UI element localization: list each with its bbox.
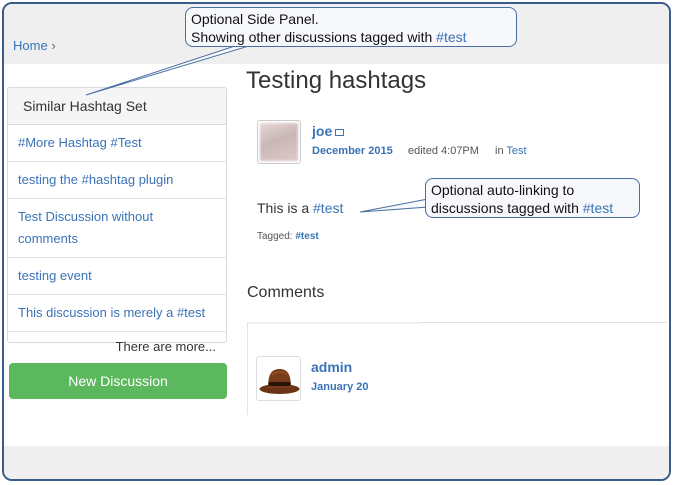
category-link[interactable]: Test [506, 145, 526, 157]
body-hashtag-link[interactable]: #test [313, 200, 343, 216]
comment-divider-accent [247, 322, 419, 324]
side-panel-callout: Optional Side Panel. Showing other discu… [185, 7, 517, 47]
callout-line: Showing other discussions tagged with #t… [191, 28, 511, 46]
callout-line: discussions tagged with #test [431, 199, 634, 217]
tagged-label: Tagged: [257, 231, 293, 242]
breadcrumb-separator: › [51, 38, 56, 53]
discussion-title: Testing hashtags [246, 67, 427, 94]
callout-text: discussions tagged with [431, 200, 579, 216]
discussion-date[interactable]: December 2015 [312, 145, 393, 157]
panel-item[interactable]: testing event [8, 258, 226, 295]
new-discussion-button[interactable]: New Discussion [9, 363, 227, 399]
callout-line: Optional auto-linking to [431, 182, 575, 198]
category-prefix: in [495, 145, 504, 157]
callout-hashtag: #test [436, 29, 467, 45]
hat-icon [259, 369, 300, 394]
comments-heading: Comments [247, 284, 325, 301]
envelope-icon[interactable] [335, 128, 345, 136]
callout-hashtag: #test [582, 200, 614, 216]
panel-item[interactable]: #More Hashtag #Test [8, 125, 226, 162]
panel-item[interactable]: This discussion is merely a #test [8, 295, 226, 332]
panel-item[interactable]: testing the #hashtag plugin [8, 162, 226, 199]
category-info: in Test [495, 145, 527, 157]
similar-hashtag-panel: Similar Hashtag Set #More Hashtag #Test … [7, 87, 227, 354]
author-link[interactable]: joe [312, 123, 332, 139]
callout-line: Optional Side Panel. [191, 11, 319, 27]
discussion-body: This is a #test [257, 200, 343, 216]
comment-date[interactable]: January 20 [311, 381, 368, 393]
breadcrumb: Home › [13, 38, 56, 53]
comment-author-link[interactable]: admin [311, 359, 352, 375]
breadcrumb-home-link[interactable]: Home [13, 38, 48, 53]
panel-more-link[interactable]: There are more... [8, 332, 226, 362]
tagged-row: Tagged: #test [257, 231, 319, 242]
panel-title: Similar Hashtag Set [8, 88, 226, 125]
autolink-callout: Optional auto-linking to discussions tag… [425, 178, 640, 218]
comment-avatar[interactable] [256, 356, 301, 401]
author-name-row: joe [312, 123, 345, 139]
tagged-hashtag-link[interactable]: #test [295, 231, 318, 242]
edited-time: edited 4:07PM [408, 145, 479, 157]
comment-left-border [247, 322, 248, 415]
panel-item[interactable]: Test Discussion without comments [8, 199, 226, 258]
blurred-avatar-image [260, 123, 298, 161]
callout-text: Showing other discussions tagged with [191, 29, 433, 45]
footer-bar [4, 446, 669, 479]
author-avatar[interactable] [257, 120, 301, 164]
body-text: This is a [257, 200, 310, 216]
